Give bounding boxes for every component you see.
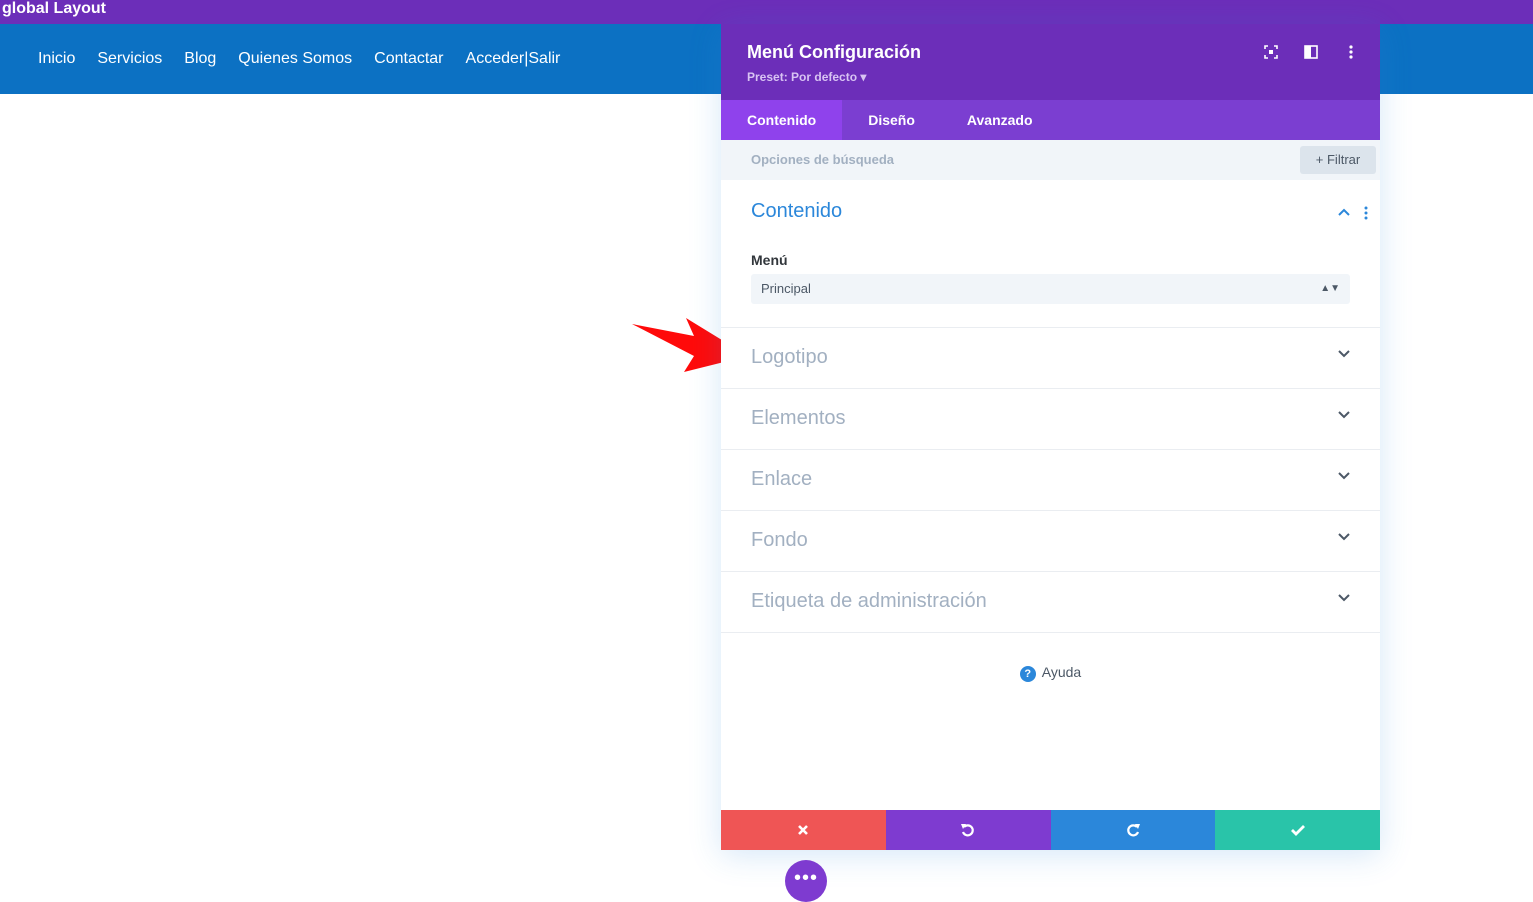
nav-item-servicios[interactable]: Servicios [97, 48, 162, 70]
tab-avanzado[interactable]: Avanzado [941, 100, 1059, 140]
fullscreen-icon[interactable] [1260, 44, 1282, 60]
modal-tabs: Contenido Diseño Avanzado [721, 100, 1380, 140]
section-title-elementos: Elementos [751, 407, 846, 429]
close-icon [798, 825, 809, 835]
nav-menu: Inicio Servicios Blog Quienes Somos Cont… [38, 48, 582, 70]
modal-footer [721, 810, 1380, 850]
chevron-down-icon [1338, 533, 1350, 541]
chevron-down-icon [1338, 411, 1350, 419]
nav-item-acceder-salir[interactable]: Acceder|Salir [466, 48, 561, 70]
menu-select[interactable]: Principal ▲▼ [751, 274, 1350, 304]
more-options-icon[interactable] [1340, 44, 1362, 60]
cancel-button[interactable] [721, 810, 886, 850]
save-button[interactable] [1215, 810, 1380, 850]
tab-diseno[interactable]: Diseño [842, 100, 941, 140]
search-input[interactable]: Opciones de búsqueda [751, 152, 894, 167]
section-title-contenido[interactable]: Contenido [751, 200, 842, 223]
section-fondo[interactable]: Fondo [721, 511, 1380, 572]
nav-item-quienes-somos[interactable]: Quienes Somos [238, 48, 352, 70]
nav-item-contactar[interactable]: Contactar [374, 48, 443, 70]
redo-button[interactable] [1050, 810, 1216, 850]
menu-select-value: Principal [761, 281, 811, 296]
section-title-fondo: Fondo [751, 529, 808, 551]
modal-header: Menú Configuración Preset: Por defecto ▾ [721, 24, 1380, 100]
modal-title: Menú Configuración [747, 42, 921, 62]
more-actions-button[interactable]: ••• [785, 860, 827, 902]
section-title-etiqueta-admin: Etiqueta de administración [751, 590, 987, 612]
check-icon [1290, 825, 1305, 836]
preset-dropdown[interactable]: Preset: Por defecto ▾ [747, 70, 866, 84]
chevron-down-icon [1338, 350, 1350, 358]
top-admin-bar: global Layout [0, 0, 1533, 24]
section-title-enlace: Enlace [751, 468, 813, 490]
split-view-icon[interactable] [1300, 44, 1322, 60]
section-elementos[interactable]: Elementos [721, 389, 1380, 450]
section-contenido: Contenido Menú Principal ▲▼ [721, 180, 1380, 328]
chevron-up-icon[interactable] [1338, 208, 1350, 216]
undo-icon [961, 824, 974, 837]
tab-contenido[interactable]: Contenido [721, 100, 843, 140]
layout-title: global Layout [2, 0, 106, 17]
section-etiqueta-admin[interactable]: Etiqueta de administración [721, 572, 1380, 633]
nav-item-blog[interactable]: Blog [184, 48, 216, 70]
help-link[interactable]: ? Ayuda [721, 664, 1380, 682]
chevron-down-icon [1338, 594, 1350, 602]
help-icon: ? [1019, 666, 1036, 682]
undo-button[interactable] [885, 810, 1051, 850]
filter-button[interactable]: + Filtrar [1300, 146, 1376, 174]
help-label: Ayuda [1041, 664, 1082, 680]
section-logotipo[interactable]: Logotipo [721, 328, 1380, 389]
section-options-icon[interactable] [1364, 206, 1368, 220]
nav-item-inicio[interactable]: Inicio [38, 48, 75, 70]
header-actions [1260, 44, 1362, 60]
search-bar[interactable]: Opciones de búsqueda + Filtrar [721, 140, 1380, 180]
chevron-down-icon [1338, 472, 1350, 480]
menu-field-label: Menú [751, 252, 788, 268]
select-arrows-icon: ▲▼ [1320, 283, 1340, 294]
redo-icon [1127, 824, 1140, 837]
section-title-logotipo: Logotipo [751, 346, 828, 368]
section-enlace[interactable]: Enlace [721, 450, 1380, 511]
settings-modal: Menú Configuración Preset: Por defecto ▾… [721, 24, 1380, 850]
